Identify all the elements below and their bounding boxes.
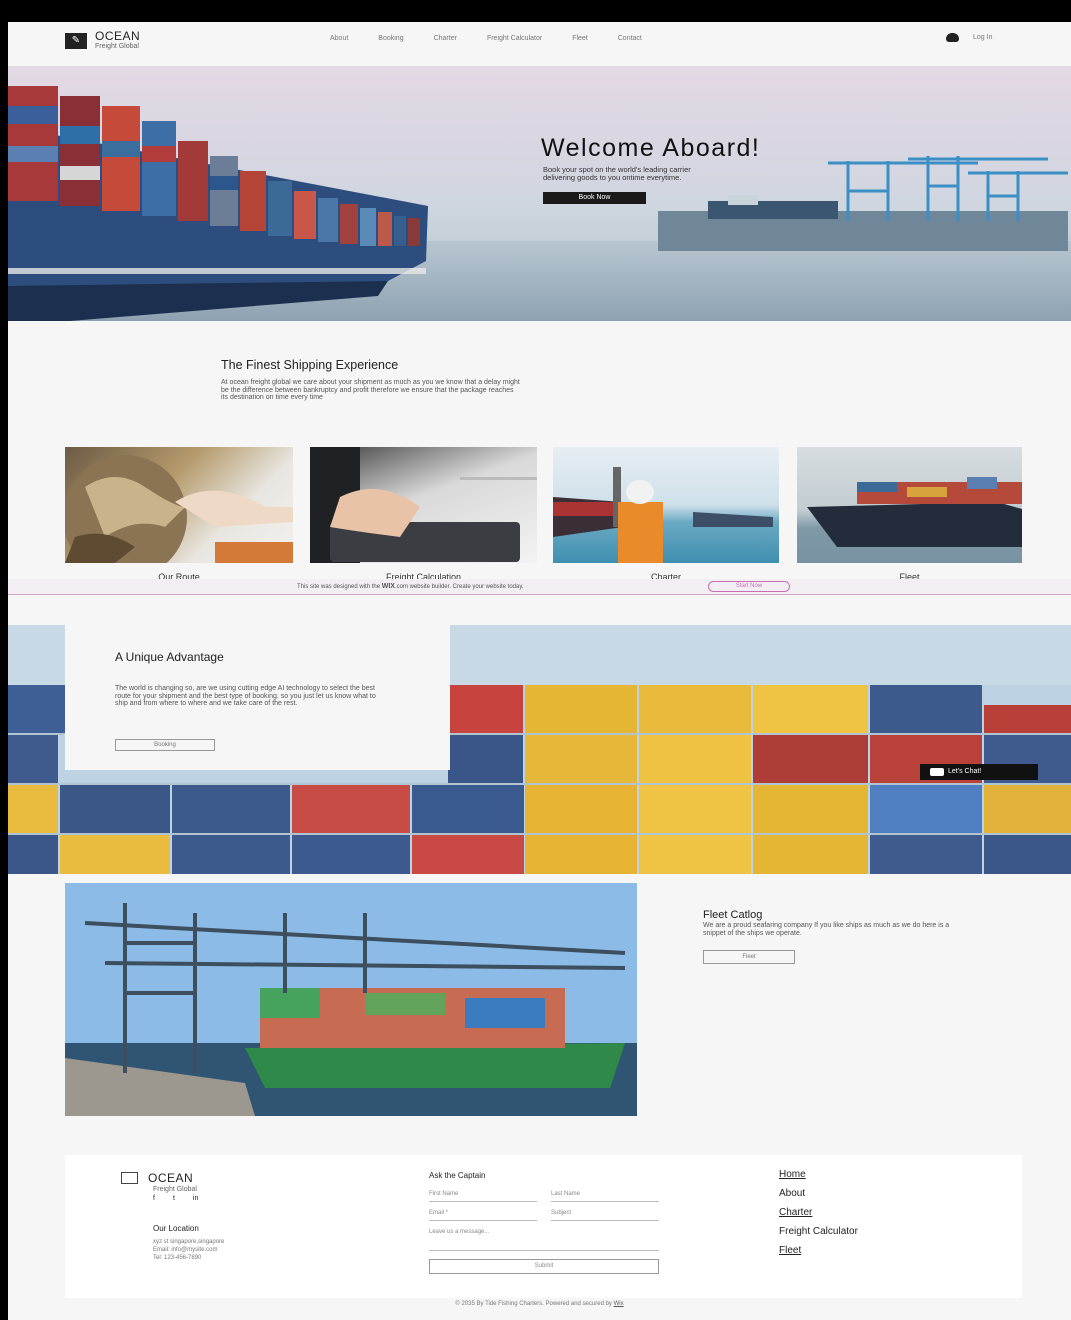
lets-chat-button[interactable]: Let's Chat! [920, 764, 1038, 780]
brand-name: OCEAN [95, 29, 141, 43]
wix-promo-banner: This site was designed with the WIX.com … [8, 579, 1071, 595]
globe-illustration [65, 455, 293, 563]
nav-freight-calculator[interactable]: Freight Calculator [487, 35, 542, 42]
hero-subtitle: Book your spot on the world's leading ca… [543, 165, 691, 182]
user-avatar-icon [946, 33, 959, 42]
finest-section-body: At ocean freight global we care about yo… [221, 379, 520, 401]
advantage-card: A Unique Advantage The world is changing… [65, 625, 450, 770]
logo-icon: ✎ [65, 32, 87, 49]
book-now-button[interactable]: Book Now [543, 192, 646, 204]
subject-field[interactable]: Subject [551, 1210, 659, 1221]
nav-charter[interactable]: Charter [434, 35, 457, 42]
hero-banner: Welcome Aboard! Book your spot on the wo… [8, 66, 1071, 321]
location-details: xyz st singapore,singapore Email: info@m… [153, 1238, 224, 1262]
chat-bubble-icon [930, 768, 944, 776]
start-now-button[interactable]: Start Now [708, 581, 790, 592]
footer-brand-name: OCEAN [148, 1171, 194, 1185]
last-name-field[interactable]: Last Name [551, 1191, 659, 1202]
fleet-title: Fleet Catlog [703, 909, 763, 921]
social-links: f t in [153, 1195, 198, 1202]
card-fleet-image[interactable] [797, 447, 1022, 563]
first-name-field[interactable]: First Name [429, 1191, 537, 1202]
footer-link-home[interactable]: Home [779, 1169, 806, 1180]
location-phone: Tel: 123-456-7890 [153, 1255, 202, 1261]
wix-text-after: .com website builder. Create your websit… [394, 584, 524, 590]
browser-viewport: ✎ OCEAN Freight Global About Booking Cha… [8, 22, 1071, 1320]
nav-about[interactable]: About [330, 35, 348, 42]
card-label-our-route[interactable]: Our Route [65, 571, 293, 579]
message-field[interactable]: Leave us a message... [429, 1229, 659, 1251]
card-our-route-image[interactable] [65, 447, 293, 563]
twitter-icon[interactable]: t [173, 1195, 175, 1202]
wix-link[interactable]: Wix [614, 1301, 624, 1307]
charter-illustration [553, 467, 773, 563]
wix-banner-text: This site was designed with the WIX.com … [297, 583, 524, 590]
login-label: Log In [973, 34, 993, 41]
nav-fleet[interactable]: Fleet [572, 35, 588, 42]
footer-link-charter[interactable]: Charter [779, 1207, 812, 1218]
login-button[interactable]: Log In [946, 33, 992, 42]
card-freight-calculation-image[interactable] [310, 447, 537, 563]
footer-brand-tagline: Freight Global [153, 1186, 197, 1193]
submit-button[interactable]: Submit [429, 1259, 659, 1274]
chat-label: Let's Chat! [948, 768, 982, 775]
copyright: © 2035 By Tide Fishing Charters. Powered… [8, 1301, 1071, 1307]
location-email: Email: info@mysite.com [153, 1247, 218, 1253]
booking-button[interactable]: Booking [115, 739, 215, 751]
calculator-illustration [310, 447, 537, 563]
footer-link-about[interactable]: About [779, 1188, 805, 1199]
location-title: Our Location [153, 1224, 199, 1233]
card-label-freight-calculation[interactable]: Freight Calculation [310, 571, 537, 579]
footer-logo-icon [121, 1172, 138, 1184]
fleet-body: We are a proud seafaring company If you … [703, 922, 950, 937]
location-address: xyz st singapore,singapore [153, 1239, 225, 1245]
email-field[interactable]: Email * [429, 1210, 537, 1221]
footer-link-freight-calculator[interactable]: Freight Calculator [779, 1226, 858, 1237]
contact-form-title: Ask the Captain [429, 1171, 486, 1180]
copyright-text: © 2035 By Tide Fishing Charters. Powered… [455, 1301, 614, 1307]
finest-section-title: The Finest Shipping Experience [221, 358, 399, 372]
main-nav: About Booking Charter Freight Calculator… [330, 35, 672, 42]
wix-brand: WIX [381, 583, 395, 590]
footer-logo[interactable]: OCEAN [121, 1171, 193, 1185]
site-logo[interactable]: ✎ OCEAN Freight Global [65, 30, 140, 51]
advantage-body: The world is changing so, are we using c… [115, 685, 376, 707]
fleet-ship-illustration [807, 477, 1022, 547]
footer-link-fleet[interactable]: Fleet [779, 1245, 801, 1256]
wix-text-before: This site was designed with the [297, 584, 382, 590]
fleet-button[interactable]: Fleet [703, 950, 795, 964]
card-charter-image[interactable] [553, 447, 779, 563]
advantage-title: A Unique Advantage [115, 650, 224, 664]
card-label-fleet[interactable]: Fleet [797, 571, 1022, 579]
site-header: ✎ OCEAN Freight Global About Booking Cha… [8, 22, 1071, 66]
brand-tagline: Freight Global [95, 43, 139, 50]
fleet-image [65, 883, 637, 1116]
facebook-icon[interactable]: f [153, 1195, 155, 1202]
site-footer: OCEAN Freight Global f t in Our Location… [65, 1155, 1022, 1298]
page: ✎ OCEAN Freight Global About Booking Cha… [0, 0, 1071, 1320]
hero-title: Welcome Aboard! [541, 134, 761, 162]
nav-booking[interactable]: Booking [378, 35, 403, 42]
nav-contact[interactable]: Contact [618, 35, 642, 42]
card-label-charter[interactable]: Charter [553, 571, 779, 579]
port-ship-illustration [65, 883, 637, 1116]
container-ship-illustration [8, 86, 428, 321]
instagram-icon[interactable]: in [193, 1195, 198, 1202]
